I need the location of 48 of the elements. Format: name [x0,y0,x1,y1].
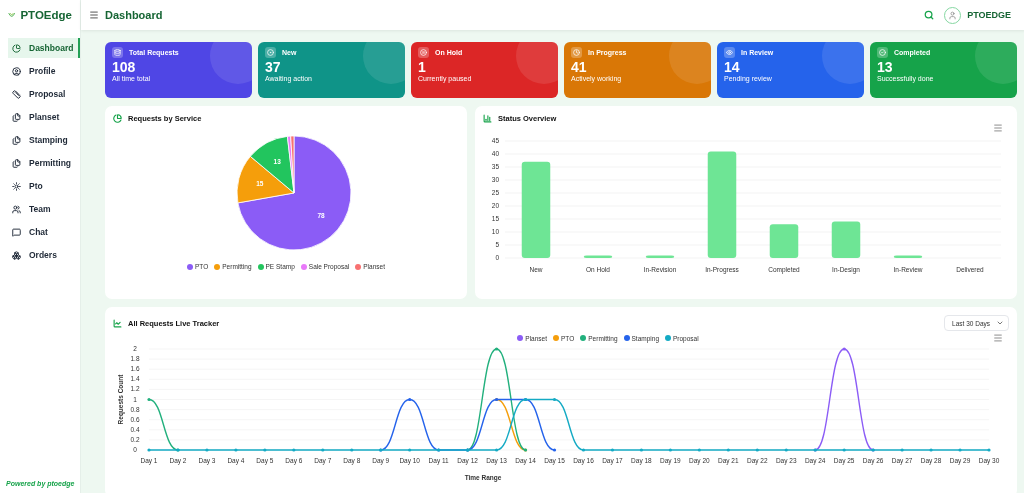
bar [769,224,799,258]
nav-icon [12,135,21,145]
menu-icon[interactable] [993,333,1003,343]
user-name[interactable]: PTOEDGE [967,10,1011,20]
sidebar-item[interactable]: Chat [8,222,80,242]
nav-icon [12,43,21,53]
menu-icon[interactable] [993,123,1003,133]
card-icon [877,47,888,58]
card-value: 1 [418,60,427,75]
menu-icon[interactable] [89,10,99,20]
brand-name: PTOEdge [20,9,72,21]
card-icon [265,47,276,58]
sidebar-item[interactable]: Proposal [8,84,80,104]
sidebar-item[interactable]: Dashboard [8,38,80,58]
nav-icon [12,227,21,237]
bar [645,255,675,258]
sidebar-item[interactable]: Pto [8,176,80,196]
nav-icon [12,181,21,191]
nav-icon [12,204,21,214]
nav-icon [12,89,21,99]
card-icon [571,47,582,58]
sidebar-item[interactable]: Planset [8,107,80,127]
card-value: 37 [265,60,282,75]
bar-chart-icon [483,114,492,123]
line-chart-icon [113,318,122,328]
sidebar-item[interactable]: Team [8,199,80,219]
nav-icon [12,66,21,76]
sidebar-item[interactable]: Permitting [8,153,80,173]
card-value: 13 [877,60,894,75]
card-value: 108 [112,60,137,75]
pie-icon [113,114,122,123]
bar [583,255,613,258]
sidebar-item[interactable]: Stamping [8,130,80,150]
search-icon[interactable] [924,10,935,20]
card-icon [418,47,429,58]
chevron-icon [996,319,1004,327]
bar [893,255,923,258]
card-icon [112,47,123,58]
card-value: 14 [724,60,741,75]
nav-icon [12,112,21,122]
sidebar-item[interactable]: Profile [8,61,80,81]
bar [831,221,861,258]
card-value: 41 [571,60,588,75]
card-icon [724,47,735,58]
nav-icon [12,158,21,168]
page-title: Dashboard [105,9,163,21]
nav-icon [12,250,21,260]
sidebar-item[interactable]: Orders [8,245,80,265]
